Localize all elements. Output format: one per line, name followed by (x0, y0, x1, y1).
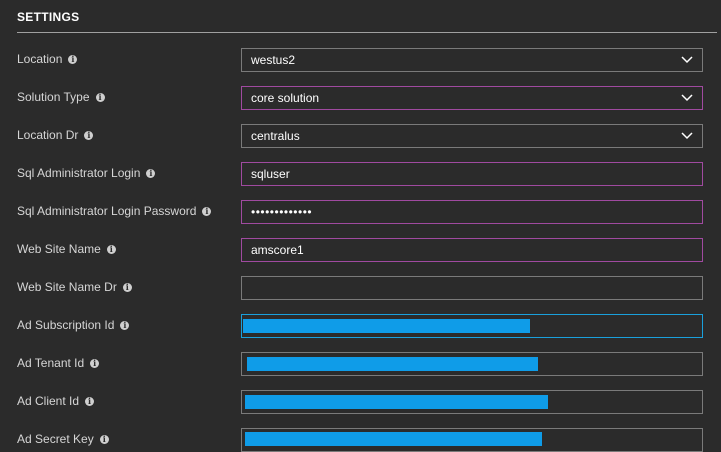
ad-client-id-row: Ad Client Id i (0, 390, 721, 414)
ad-client-id-label-wrap: Ad Client Id i (17, 394, 95, 408)
web-site-name-row: Web Site Name i amscore1 (0, 238, 721, 262)
web-site-name-dr-label: Web Site Name Dr (17, 280, 117, 294)
ad-tenant-id-label: Ad Tenant Id (17, 356, 85, 370)
ad-secret-key-input[interactable] (241, 428, 703, 452)
ad-client-id-input[interactable] (241, 390, 703, 414)
redacted-value (243, 319, 530, 333)
sql-admin-password-value: ••••••••••••• (251, 205, 313, 219)
info-icon[interactable]: i (84, 130, 94, 140)
solution-type-row: Solution Type i core solution (0, 86, 721, 110)
solution-type-value: core solution (251, 91, 320, 105)
ad-subscription-id-label: Ad Subscription Id (17, 318, 115, 332)
chevron-down-icon (680, 54, 694, 66)
solution-type-select[interactable]: core solution (241, 86, 703, 110)
location-value: westus2 (251, 53, 296, 67)
section-title: SETTINGS (17, 10, 80, 24)
sql-admin-password-label: Sql Administrator Login Password (17, 204, 197, 218)
redacted-value (245, 432, 542, 446)
redacted-value (247, 357, 538, 371)
ad-subscription-id-label-wrap: Ad Subscription Id i (17, 318, 130, 332)
location-row: Location i westus2 (0, 48, 721, 72)
chevron-down-icon (680, 92, 694, 104)
ad-secret-key-row: Ad Secret Key i (0, 428, 721, 452)
info-icon[interactable]: i (106, 244, 116, 254)
info-icon[interactable]: i (99, 434, 109, 444)
web-site-name-value: amscore1 (251, 243, 304, 257)
location-dr-label-wrap: Location Dr i (17, 128, 94, 142)
info-icon[interactable]: i (202, 206, 212, 216)
sql-admin-login-row: Sql Administrator Login i sqluser (0, 162, 721, 186)
location-dr-value: centralus (251, 129, 300, 143)
info-icon[interactable]: i (122, 282, 132, 292)
location-dr-row: Location Dr i centralus (0, 124, 721, 148)
ad-secret-key-label-wrap: Ad Secret Key i (17, 432, 109, 446)
ad-subscription-id-row: Ad Subscription Id i (0, 314, 721, 338)
ad-client-id-label: Ad Client Id (17, 394, 80, 408)
info-icon[interactable]: i (120, 320, 130, 330)
sql-admin-password-input[interactable]: ••••••••••••• (241, 200, 703, 224)
ad-tenant-id-label-wrap: Ad Tenant Id i (17, 356, 100, 370)
info-icon[interactable]: i (85, 396, 95, 406)
info-icon[interactable]: i (95, 92, 105, 102)
web-site-name-label-wrap: Web Site Name i (17, 242, 116, 256)
location-dr-label: Location Dr (17, 128, 79, 142)
location-label: Location (17, 52, 63, 66)
sql-admin-password-row: Sql Administrator Login Password i •••••… (0, 200, 721, 224)
sql-admin-login-label: Sql Administrator Login (17, 166, 141, 180)
info-icon[interactable]: i (68, 54, 78, 64)
web-site-name-dr-label-wrap: Web Site Name Dr i (17, 280, 132, 294)
location-select[interactable]: westus2 (241, 48, 703, 72)
section-divider (17, 32, 717, 33)
redacted-value (245, 395, 548, 409)
chevron-down-icon (680, 130, 694, 142)
web-site-name-dr-row: Web Site Name Dr i (0, 276, 721, 300)
location-label-wrap: Location i (17, 52, 78, 66)
sql-admin-password-label-wrap: Sql Administrator Login Password i (17, 204, 212, 218)
info-icon[interactable]: i (90, 358, 100, 368)
location-dr-select[interactable]: centralus (241, 124, 703, 148)
sql-admin-login-label-wrap: Sql Administrator Login i (17, 166, 156, 180)
info-icon[interactable]: i (146, 168, 156, 178)
sql-admin-login-value: sqluser (251, 167, 290, 181)
web-site-name-label: Web Site Name (17, 242, 101, 256)
web-site-name-dr-input[interactable] (241, 276, 703, 300)
ad-tenant-id-row: Ad Tenant Id i (0, 352, 721, 376)
web-site-name-input[interactable]: amscore1 (241, 238, 703, 262)
solution-type-label: Solution Type (17, 90, 90, 104)
ad-subscription-id-input[interactable] (241, 314, 703, 338)
solution-type-label-wrap: Solution Type i (17, 90, 105, 104)
ad-secret-key-label: Ad Secret Key (17, 432, 94, 446)
sql-admin-login-input[interactable]: sqluser (241, 162, 703, 186)
ad-tenant-id-input[interactable] (241, 352, 703, 376)
